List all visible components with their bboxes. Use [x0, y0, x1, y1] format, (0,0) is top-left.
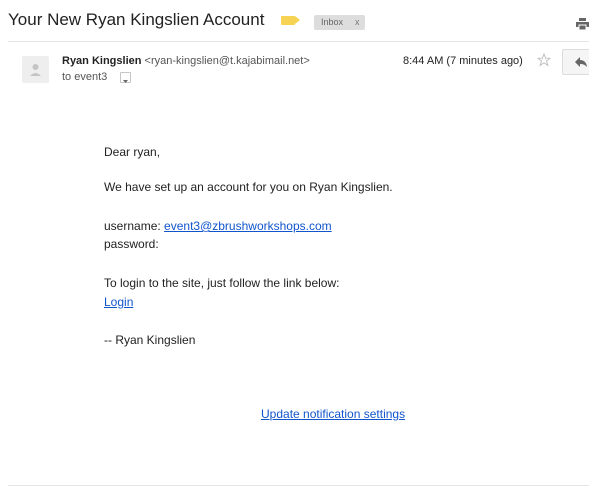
subject-row: Your New Ryan Kingslien Account Inbox x: [0, 0, 589, 42]
intro-text: We have set up an account for you on Rya…: [104, 180, 393, 194]
footer-divider: [8, 485, 589, 486]
recipient-details-button[interactable]: [120, 72, 131, 83]
remove-label-icon[interactable]: x: [355, 15, 360, 30]
signature-text: -- Ryan Kingslien: [104, 333, 196, 347]
update-notification-settings-link[interactable]: Update notification settings: [261, 407, 405, 421]
login-instructions: To login to the site, just follow the li…: [104, 276, 340, 290]
star-icon[interactable]: [537, 53, 551, 67]
label-tag-icon[interactable]: [281, 16, 300, 25]
inbox-label-text: Inbox: [321, 17, 344, 27]
sender-name[interactable]: Ryan Kingslien: [62, 55, 141, 67]
username-email-link[interactable]: event3@zbrushworkshops.com: [164, 219, 332, 233]
login-link[interactable]: Login: [104, 295, 133, 309]
sender-line: Ryan Kingslien <ryan-kingslien@t.kajabim…: [62, 55, 310, 67]
avatar-icon[interactable]: [22, 56, 49, 83]
sender-email: <ryan-kingslien@t.kajabimail.net>: [144, 55, 310, 67]
reply-button[interactable]: [562, 49, 589, 75]
print-icon[interactable]: [576, 18, 589, 30]
password-label: password:: [104, 237, 159, 251]
recipient-line: to event3: [62, 71, 108, 83]
chevron-down-icon: [123, 80, 128, 83]
email-subject: Your New Ryan Kingslien Account: [8, 10, 265, 29]
header-divider: [8, 41, 589, 42]
reply-icon: [575, 57, 587, 67]
greeting-text: Dear ryan,: [104, 145, 161, 159]
username-line: username: event3@zbrushworkshops.com: [104, 219, 332, 233]
username-label: username:: [104, 219, 161, 233]
email-timestamp: 8:44 AM (7 minutes ago): [403, 55, 523, 67]
inbox-label-chip[interactable]: Inbox x: [314, 15, 365, 30]
